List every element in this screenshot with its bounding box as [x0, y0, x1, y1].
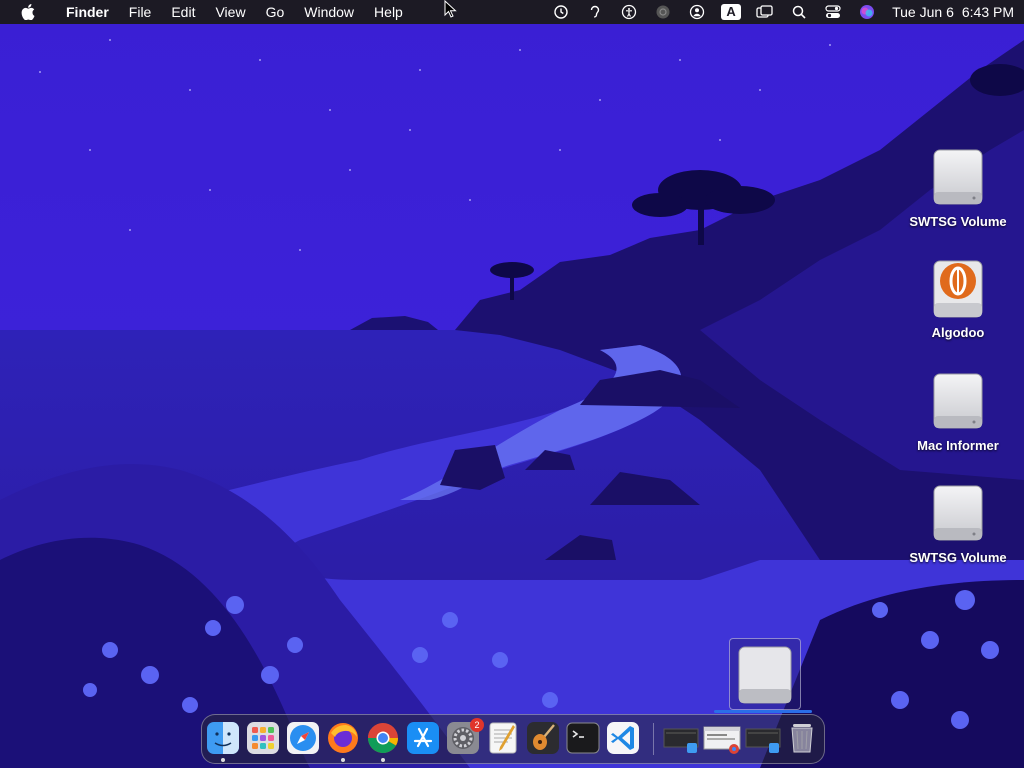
desktop-icon-label: SWTSG Volume [909, 550, 1007, 565]
notification-badge: 2 [470, 718, 484, 732]
dock-app-terminal[interactable] [566, 721, 600, 755]
dock-app-safari[interactable] [286, 721, 320, 755]
menu-bar: Finder File Edit View Go Window Help A T… [0, 0, 1024, 24]
dock-app-firefox[interactable] [326, 721, 360, 755]
desktop-icon-mac-informer[interactable]: Mac Informer [903, 370, 1013, 453]
menu-view[interactable]: View [205, 0, 255, 24]
external-drive-icon [933, 373, 983, 429]
dock-app-app-store[interactable] [406, 721, 440, 755]
desktop-wallpaper [0, 0, 1024, 768]
external-drive-icon [738, 646, 792, 704]
trash-icon [791, 724, 813, 753]
dock-app-textedit[interactable] [486, 721, 520, 755]
dock-window-thumbnail-finder[interactable] [663, 721, 699, 755]
input-source-label: A [721, 4, 742, 20]
dock-window-thumbnail-chrome[interactable] [703, 721, 741, 755]
desktop-icon-label: Mac Informer [917, 438, 999, 453]
dock-app-garageband[interactable] [526, 721, 560, 755]
running-indicator [381, 758, 385, 762]
dock-app-finder[interactable] [206, 721, 240, 755]
user-icon[interactable] [680, 0, 714, 24]
menu-edit[interactable]: Edit [161, 0, 205, 24]
clock-time: 6:43 PM [961, 4, 1014, 20]
app-store-icon [407, 722, 439, 754]
menu-file[interactable]: File [119, 0, 162, 24]
accessibility-icon[interactable] [612, 0, 646, 24]
running-indicator [221, 758, 225, 762]
external-drive-icon [933, 485, 983, 541]
screen-mirroring-icon[interactable] [748, 0, 782, 24]
input-source-icon[interactable]: A [714, 0, 748, 24]
airplay-icon[interactable] [646, 0, 680, 24]
window-thumbnail-icon [703, 726, 741, 754]
safari-icon [287, 722, 319, 754]
launchpad-icon [247, 722, 279, 754]
guitar-icon [527, 722, 559, 754]
desktop-icon-swtsg-volume-2[interactable]: SWTSG Volume [903, 482, 1013, 565]
finder-icon [207, 722, 239, 754]
terminal-icon [566, 722, 600, 754]
textedit-icon [489, 722, 517, 754]
dock-app-system-preferences[interactable]: 2 [446, 718, 484, 755]
dragged-drive-icon[interactable] [729, 638, 801, 710]
dock-app-chrome[interactable] [366, 721, 400, 755]
dock-separator [653, 723, 654, 755]
vscode-icon [607, 722, 639, 754]
menu-window[interactable]: Window [294, 0, 364, 24]
menu-app-name[interactable]: Finder [56, 0, 119, 24]
desktop-icon-swtsg-volume[interactable]: SWTSG Volume [903, 146, 1013, 229]
running-indicator [341, 758, 345, 762]
apple-menu-icon[interactable] [0, 0, 56, 24]
menu-go[interactable]: Go [256, 0, 295, 24]
chrome-icon [367, 723, 398, 754]
drop-target-indicator [714, 710, 812, 713]
clock-date: Tue Jun 6 [892, 4, 954, 20]
external-drive-icon [933, 149, 983, 205]
window-thumbnail-icon [745, 728, 781, 753]
spotlight-icon[interactable] [782, 0, 816, 24]
algodoo-installer-icon [933, 260, 983, 318]
desktop-icon-algodoo[interactable]: Algodoo [903, 257, 1013, 340]
window-thumbnail-icon [663, 728, 699, 753]
dock-window-thumbnail-finder-2[interactable] [745, 721, 781, 755]
firefox-icon [328, 723, 358, 753]
siri-icon[interactable] [850, 0, 884, 24]
time-machine-icon[interactable] [544, 0, 578, 24]
control-center-icon[interactable] [816, 0, 850, 24]
desktop-icon-label: Algodoo [931, 325, 985, 340]
menu-help[interactable]: Help [364, 0, 413, 24]
dock: 2 [201, 714, 825, 764]
menubar-clock[interactable]: Tue Jun 6 6:43 PM [884, 4, 1014, 20]
dock-trash[interactable] [785, 721, 819, 755]
hearing-icon[interactable] [578, 0, 612, 24]
dock-app-vscode[interactable] [606, 721, 640, 755]
dock-app-launchpad[interactable] [246, 721, 280, 755]
mouse-pointer-icon [444, 0, 457, 18]
desktop-icon-label: SWTSG Volume [909, 214, 1007, 229]
